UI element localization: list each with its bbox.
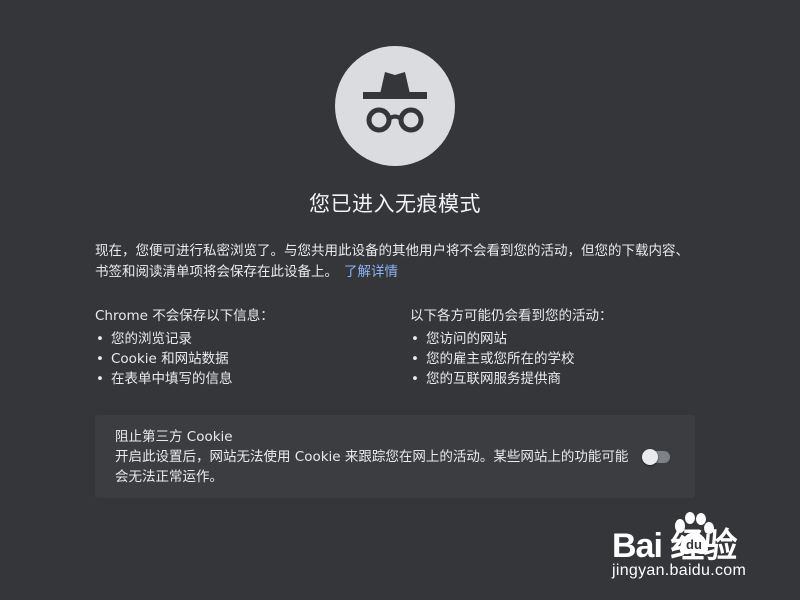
baidu-jingyan-watermark: Bai 经验 du jingyan.baidu.com: [612, 512, 782, 592]
learn-more-link[interactable]: 了解详情: [344, 264, 398, 280]
toggle-thumb: [642, 449, 658, 465]
page-title: 您已进入无痕模式: [309, 192, 481, 216]
list-item: • Cookie 和网站数据: [95, 349, 395, 369]
intro-paragraph: 现在，您便可进行私密浏览了。与您共用此设备的其他用户将不会看到您的活动，但您的下…: [95, 241, 695, 283]
incognito-icon: [335, 46, 455, 166]
list-item: • 在表单中填写的信息: [95, 369, 395, 389]
not-saved-section: Chrome 不会保存以下信息： • 您的浏览记录 • Cookie 和网站数据 •…: [95, 306, 395, 389]
bullet: •: [96, 331, 104, 347]
may-see-list: • 您访问的网站 • 您的雇主或您所在的学校 • 您的互联网服务提供商: [410, 329, 710, 389]
incognito-glyph: [363, 72, 427, 133]
list-item-text: 您的浏览记录: [111, 331, 192, 347]
not-saved-list: • 您的浏览记录 • Cookie 和网站数据 • 在表单中填写的信息: [95, 329, 395, 389]
not-saved-heading: Chrome 不会保存以下信息：: [95, 308, 274, 324]
bullet: •: [411, 371, 419, 387]
list-item: • 您的浏览记录: [95, 329, 395, 349]
list-item-text: 您的互联网服务提供商: [426, 371, 561, 387]
watermark-url: jingyan.baidu.com: [612, 562, 747, 579]
cookie-card-description: 开启此设置后，网站无法使用 Cookie 来跟踪您在网上的活动。某些网站上的功能…: [115, 449, 629, 485]
may-see-heading: 以下各方可能仍会看到您的活动：: [410, 308, 613, 324]
bullet: •: [411, 351, 419, 367]
third-party-cookie-card: 阻止第三方 Cookie 开启此设置后，网站无法使用 Cookie 来跟踪您在网…: [95, 415, 695, 498]
may-see-section: 以下各方可能仍会看到您的活动： • 您访问的网站 • 您的雇主或您所在的学校 • 您的…: [410, 306, 710, 389]
svg-text:du: du: [686, 537, 702, 552]
cookie-card-title: 阻止第三方 Cookie: [115, 429, 233, 445]
paw-icon: du: [675, 512, 714, 555]
list-item: • 您的互联网服务提供商: [410, 369, 710, 389]
list-item-text: 您的雇主或您所在的学校: [426, 351, 575, 367]
bullet: •: [96, 371, 104, 387]
list-item-text: 您访问的网站: [426, 331, 507, 347]
bullet: •: [96, 351, 104, 367]
block-cookies-toggle[interactable]: [642, 449, 672, 465]
list-item-text: Cookie 和网站数据: [111, 351, 229, 367]
list-item-text: 在表单中填写的信息: [111, 371, 233, 387]
incognito-new-tab-page: 您已进入无痕模式 现在，您便可进行私密浏览了。与您共用此设备的其他用户将不会看到…: [0, 0, 800, 600]
list-item: • 您的雇主或您所在的学校: [410, 349, 710, 369]
bullet: •: [411, 331, 419, 347]
list-item: • 您访问的网站: [410, 329, 710, 349]
